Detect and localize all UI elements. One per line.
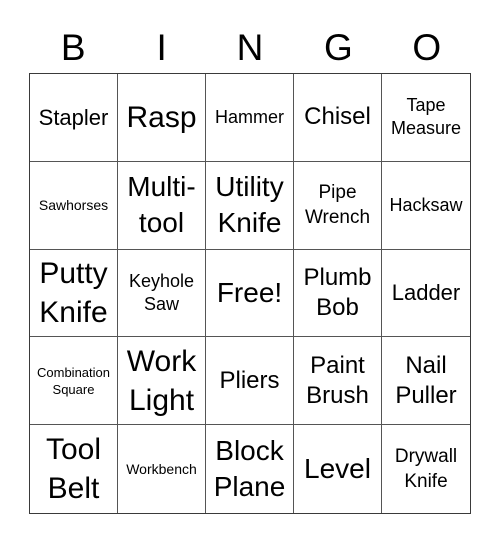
cell-label: Workbench	[126, 461, 197, 478]
bingo-cell[interactable]: Paint Brush	[294, 337, 382, 426]
cell-label: Tool Belt	[45, 433, 102, 506]
cell-label: Work Light	[126, 344, 197, 417]
cell-label: Utility Knife	[215, 171, 284, 239]
bingo-cell[interactable]: Stapler	[30, 74, 118, 162]
header-letter-i: I	[156, 27, 167, 68]
cell-label: Paint Brush	[306, 351, 369, 409]
cell-label: Plumb Bob	[303, 263, 372, 321]
header-letter-b: B	[60, 27, 86, 68]
bingo-grid: Stapler Rasp Hammer Chisel Tape Measure …	[29, 73, 471, 514]
cell-label: Nail Puller	[395, 351, 457, 409]
cell-label: Block Plane	[213, 435, 286, 503]
bingo-cell[interactable]: Plumb Bob	[294, 249, 382, 338]
cell-label: Tape Measure	[390, 95, 462, 139]
cell-label: Drywall Knife	[394, 446, 458, 493]
cell-label: Combination Square	[37, 364, 110, 397]
cell-label: Chisel	[304, 103, 371, 131]
bingo-cell[interactable]: Hacksaw	[382, 162, 470, 250]
bingo-cell[interactable]: Sawhorses	[30, 161, 118, 250]
cell-label: Multi-tool	[127, 171, 196, 239]
bingo-cell[interactable]: Drywall Knife	[382, 425, 470, 513]
bingo-cell[interactable]: Block Plane	[206, 425, 294, 513]
cell-label: Pliers	[219, 366, 280, 394]
cell-label: Hammer	[214, 106, 284, 127]
bingo-cell[interactable]: Tape Measure	[382, 74, 470, 162]
bingo-cell[interactable]: Level	[294, 425, 382, 513]
bingo-cell[interactable]: Pipe Wrench	[294, 161, 382, 250]
bingo-cell[interactable]: Chisel	[294, 74, 382, 162]
bingo-cell[interactable]: Multi-tool	[118, 161, 206, 250]
bingo-cell[interactable]: Workbench	[118, 425, 206, 513]
bingo-cell[interactable]: Hammer	[206, 74, 294, 162]
header-letter-o: O	[412, 27, 442, 68]
bingo-cell[interactable]: Pliers	[206, 337, 294, 426]
cell-label: Keyhole Saw	[128, 270, 195, 314]
bingo-header: B I N G O	[29, 24, 471, 72]
cell-label: Sawhorses	[38, 197, 109, 214]
bingo-cell[interactable]: Combination Square	[30, 337, 118, 426]
cell-label: Level	[304, 453, 371, 485]
header-letter-n: N	[236, 27, 264, 68]
cell-label: Stapler	[38, 104, 109, 130]
bingo-cell[interactable]: Putty Knife	[30, 249, 118, 338]
bingo-cell[interactable]: Utility Knife	[206, 161, 294, 250]
cell-label: Hacksaw	[389, 194, 463, 215]
bingo-cell[interactable]: Tool Belt	[30, 425, 118, 513]
header-letter-g: G	[324, 27, 353, 68]
bingo-cell[interactable]: Rasp	[118, 74, 206, 162]
bingo-cell[interactable]: Keyhole Saw	[118, 249, 206, 338]
cell-label: Putty Knife	[39, 256, 108, 329]
bingo-cell[interactable]: Work Light	[118, 337, 206, 426]
bingo-cell[interactable]: Ladder	[382, 250, 470, 338]
free-space-cell[interactable]: Free!	[206, 249, 294, 338]
cell-label: Rasp	[126, 100, 197, 134]
cell-label: Ladder	[391, 280, 461, 306]
cell-label: Pipe Wrench	[304, 182, 371, 229]
bingo-cell[interactable]: Nail Puller	[382, 337, 470, 426]
free-space-label: Free!	[216, 276, 283, 308]
